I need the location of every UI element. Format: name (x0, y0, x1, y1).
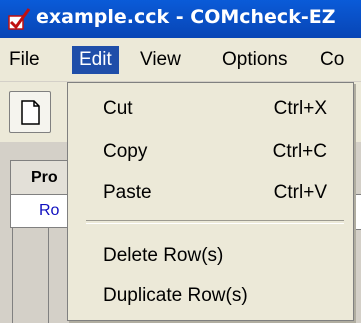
menu-code[interactable]: Co (320, 46, 344, 74)
menu-item-label: Delete Row(s) (103, 245, 224, 266)
title-bar: example.cck - COMcheck-EZ (0, 0, 361, 38)
menu-item-paste[interactable]: Paste Ctrl+V (68, 173, 353, 213)
menu-item-duplicate-rows[interactable]: Duplicate Row(s) (68, 276, 353, 316)
menu-item-shortcut: Ctrl+C (272, 141, 327, 162)
new-document-button[interactable] (9, 91, 51, 133)
menu-item-shortcut: Ctrl+X (273, 98, 327, 119)
menu-separator (86, 220, 344, 224)
menu-item-label: Paste (103, 182, 152, 203)
menu-edit[interactable]: Edit (72, 46, 119, 74)
menu-item-cut[interactable]: Cut Ctrl+X (68, 89, 353, 129)
grid-panel (12, 228, 70, 323)
tab-project[interactable]: Pro (10, 160, 70, 194)
menu-file[interactable]: File (9, 46, 40, 74)
menu-item-label: Duplicate Row(s) (103, 285, 248, 306)
menu-item-delete-rows[interactable]: Delete Row(s) (68, 236, 353, 276)
menu-options[interactable]: Options (222, 46, 287, 74)
menu-item-label: Copy (103, 141, 148, 162)
grid-divider (48, 228, 49, 323)
window-title: example.cck - COMcheck-EZ (36, 6, 336, 28)
new-document-icon (21, 100, 40, 125)
edit-menu-dropdown: Cut Ctrl+X Copy Ctrl+C Paste Ctrl+V Dele… (67, 82, 354, 321)
menu-item-label: Cut (103, 98, 133, 119)
row-label[interactable]: Ro (10, 194, 70, 228)
menu-bar: File Edit View Options Co (0, 38, 361, 82)
menu-view[interactable]: View (140, 46, 181, 74)
menu-item-copy[interactable]: Copy Ctrl+C (68, 132, 353, 172)
menu-item-shortcut: Ctrl+V (273, 182, 327, 203)
app-checkmark-icon (8, 8, 31, 30)
